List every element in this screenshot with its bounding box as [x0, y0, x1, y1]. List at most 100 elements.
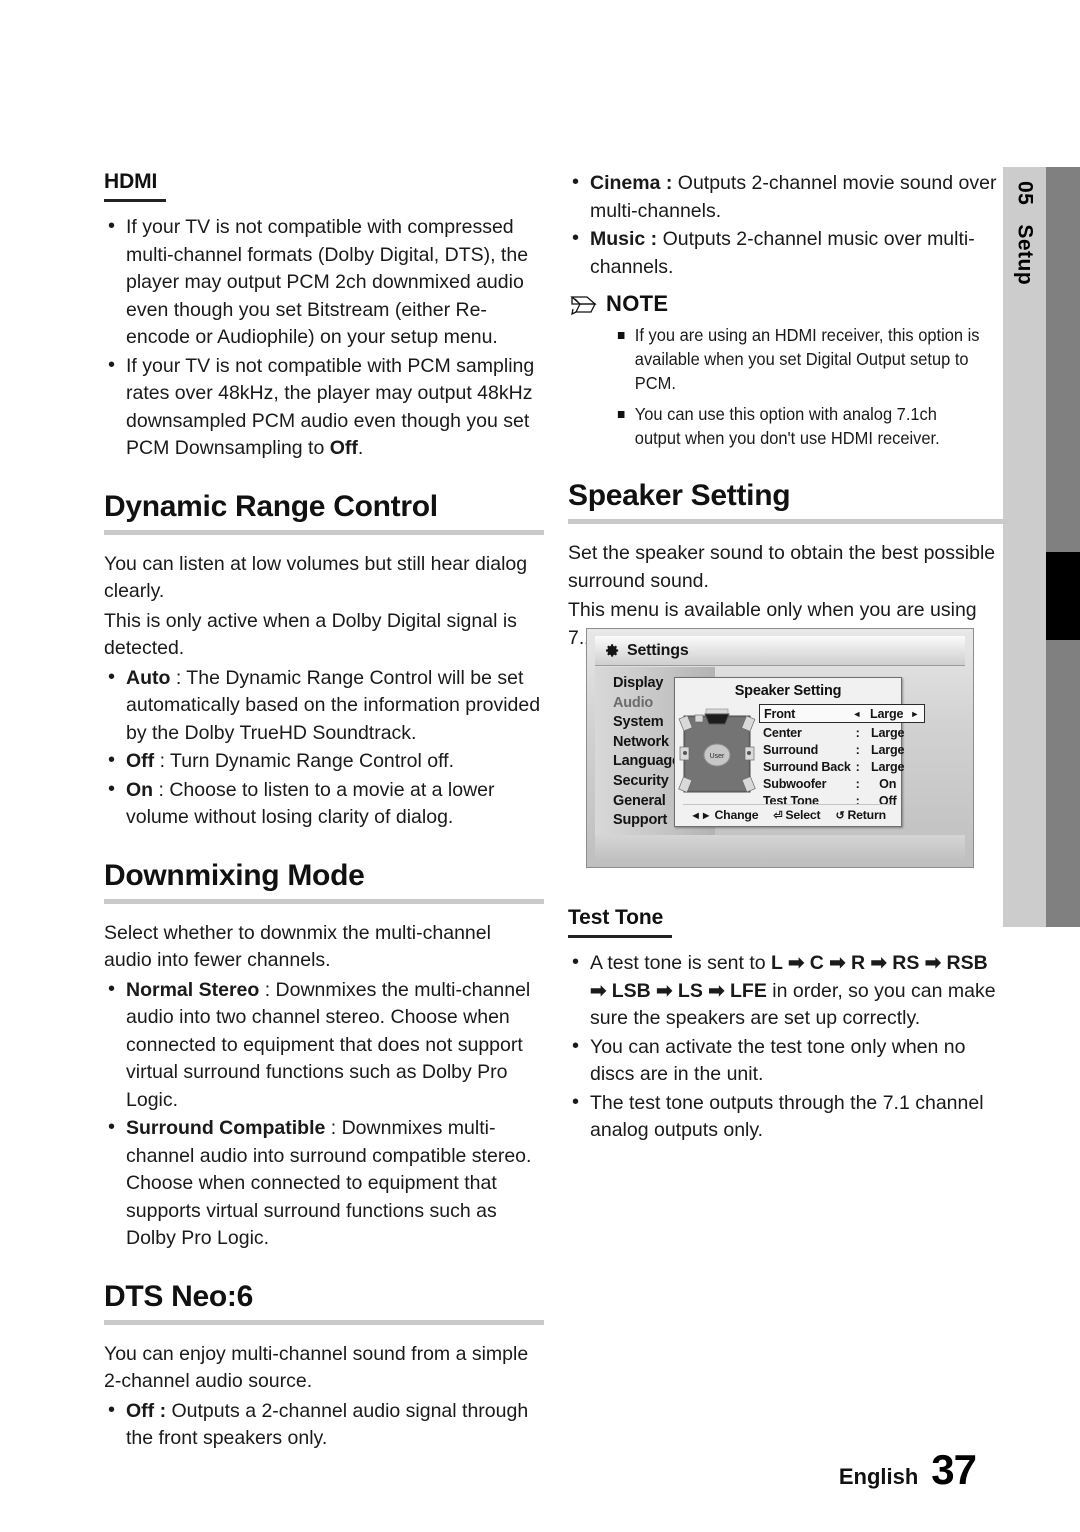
speaker-row-surround[interactable]: Surround: Large: [759, 741, 925, 758]
test-tone-heading: Test Tone: [568, 906, 664, 929]
chapter-tab-dark: [1046, 167, 1080, 927]
speaker-row-value: Large: [871, 725, 905, 740]
test-tone-bullet-list: A test tone is sent to L ➡ C ➡ R ➡ RS ➡ …: [568, 949, 1008, 1145]
hint-label: Change: [714, 807, 759, 822]
list-item: If your TV is not compatible with compre…: [104, 213, 544, 352]
speaker-setting-paragraph: Set the speaker sound to obtain the best…: [568, 542, 996, 592]
option-term: Surround Compatible: [126, 1117, 326, 1139]
speaker-row-separator: :: [855, 759, 860, 774]
speaker-row-name: Subwoofer: [763, 776, 827, 791]
speaker-row-value: Large: [871, 759, 905, 774]
dialog-footer-hints: ◄► Change ⏎ Select ↺ Return: [683, 804, 893, 824]
list-item: If your TV is not compatible with PCM sa…: [104, 352, 544, 463]
speaker-row-name: Front: [764, 706, 796, 721]
settings-window-title: Settings: [627, 641, 689, 659]
gear-icon: [606, 644, 619, 657]
list-item: Normal Stereo : Downmixes the multi-chan…: [104, 976, 544, 1115]
section-speaker-setting: Speaker Setting Set the speaker sound to…: [568, 479, 1008, 652]
dts-option-list: Off : Outputs a 2-channel audio signal t…: [104, 1397, 544, 1453]
note-label: NOTE: [606, 291, 669, 316]
page-footer: English 37: [838, 1446, 977, 1494]
footer-language: English: [838, 1464, 919, 1489]
test-tone-underline: [568, 935, 672, 938]
option-term: Off: [126, 750, 155, 772]
speaker-row-separator: :: [855, 742, 860, 757]
hdmi-heading: HDMI: [104, 170, 158, 193]
left-arrow-icon[interactable]: ◄: [850, 709, 864, 719]
chapter-position-marker: [1046, 552, 1080, 640]
option-description: : The Dynamic Range Control will be set …: [126, 666, 541, 744]
drc-heading: Dynamic Range Control: [104, 489, 438, 523]
dialog-body: User Front ◄ Large ► Center: Large Surround: La…: [675, 703, 925, 808]
speaker-row-value: Large: [871, 742, 905, 757]
speaker-rows: Front ◄ Large ► Center: Large Surround: Large Su…: [759, 703, 932, 808]
option-description: : Choose to listen to a movie at a lower…: [126, 778, 495, 829]
speaker-setting-dialog: Speaker Setting User Front ◄ Large ► Cen…: [674, 677, 925, 827]
list-item: Cinema : Outputs 2-channel movie sound o…: [568, 169, 1008, 225]
chapter-number: 05: [1013, 181, 1037, 206]
list-item: On : Choose to listen to a movie at a lo…: [104, 776, 544, 832]
drc-option-list: Auto : The Dynamic Range Control will be…: [104, 664, 544, 832]
downmix-heading: Downmixing Mode: [104, 858, 365, 892]
option-term: Auto: [126, 666, 171, 689]
list-item: A test tone is sent to L ➡ C ➡ R ➡ RS ➡ …: [568, 949, 1008, 1033]
option-term: Off :: [126, 1399, 167, 1422]
speaker-row-surround-back[interactable]: Surround Back: Large: [759, 758, 925, 775]
section-downmixing-mode: Downmixing Mode Select whether to downmi…: [104, 859, 544, 1253]
speaker-row-value: Large: [870, 706, 904, 721]
option-term: On: [126, 778, 154, 801]
speaker-row-name: Surround: [763, 742, 819, 757]
list-item: Off : Turn Dynamic Range Control off.: [104, 747, 544, 776]
hint-key-icon: ⏎: [773, 809, 783, 822]
dialog-title: Speaker Setting: [734, 683, 842, 699]
drc-paragraph: You can listen at low volumes but still …: [104, 552, 528, 603]
section-dts-neo6: DTS Neo:6 You can enjoy multi-channel so…: [104, 1280, 544, 1453]
downmix-rule: [104, 898, 544, 904]
speaker-row-name: Surround Back: [763, 759, 851, 774]
hdmi-underline: [104, 199, 166, 202]
right-arrow-icon[interactable]: ►: [910, 709, 920, 719]
speaker-row-separator: :: [855, 776, 860, 791]
room-diagram: User: [675, 703, 759, 804]
hint-key-icon: ◄►: [690, 809, 712, 822]
speaker-row-center[interactable]: Center: Large: [759, 724, 925, 741]
hdmi-bullet-2-text: If your TV is not compatible with PCM sa…: [126, 354, 535, 460]
speaker-setting-heading: Speaker Setting: [568, 479, 791, 512]
speaker-setting-rule: [568, 519, 1008, 524]
chapter-tab-text: 05 Setup: [1003, 167, 1046, 467]
pencil-icon: [570, 296, 597, 315]
section-dynamic-range-control: Dynamic Range Control You can listen at …: [104, 490, 544, 832]
option-term: Cinema :: [590, 172, 673, 194]
downmix-paragraph: Select whether to downmix the multi-chan…: [104, 921, 491, 972]
list-item: Auto : The Dynamic Range Control will be…: [104, 664, 544, 748]
note-item: You can use this option with analog 7.1c…: [616, 402, 984, 450]
left-column: HDMI If your TV is not compatible with c…: [104, 170, 544, 1454]
list-item: The test tone outputs through the 7.1 ch…: [568, 1089, 1008, 1145]
speaker-row-separator: :: [855, 725, 860, 740]
hint-key-icon: ↺: [835, 809, 845, 822]
list-item: Off : Outputs a 2-channel audio signal t…: [104, 1397, 544, 1453]
option-description: Outputs a 2-channel audio signal through…: [126, 1399, 529, 1450]
speaker-row-name: Center: [763, 725, 802, 740]
dts-paragraph: You can enjoy multi-channel sound from a…: [104, 1342, 529, 1393]
bullet-text: The test tone outputs through the 7.1 ch…: [590, 1091, 984, 1142]
option-term: Music :: [590, 228, 658, 250]
continued-option-list: Cinema : Outputs 2-channel movie sound o…: [568, 169, 1008, 281]
note-item: If you are using an HDMI receiver, this …: [616, 323, 984, 395]
dts-heading: DTS Neo:6: [104, 1279, 253, 1313]
right-column: Cinema : Outputs 2-channel movie sound o…: [568, 169, 1008, 654]
speaker-row-front[interactable]: Front ◄ Large ►: [759, 704, 925, 723]
note-item-list: If you are using an HDMI receiver, this …: [568, 323, 1008, 450]
settings-footer-strip: [595, 835, 965, 861]
note-header: NOTE: [568, 291, 1008, 317]
settings-titlebar: Settings: [595, 636, 965, 666]
downmix-option-list: Normal Stereo : Downmixes the multi-chan…: [104, 976, 544, 1253]
hint-label: Select: [785, 807, 821, 822]
speaker-row-value: On: [879, 776, 897, 791]
list-item: Surround Compatible : Downmixes multi-ch…: [104, 1114, 544, 1253]
hint-label: Return: [847, 807, 886, 822]
chapter-label: Setup: [1013, 224, 1037, 286]
dts-rule: [104, 1319, 544, 1325]
speaker-row-subwoofer[interactable]: Subwoofer: On: [759, 775, 925, 792]
bullet-text: You can activate the test tone only when…: [590, 1035, 966, 1086]
